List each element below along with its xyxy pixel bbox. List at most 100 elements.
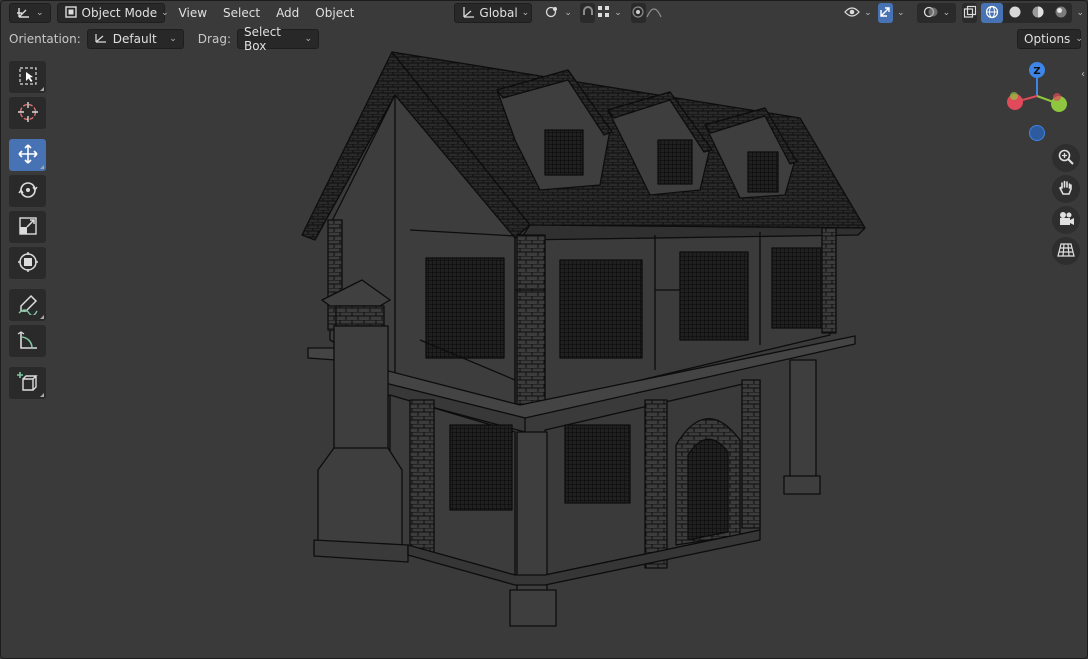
falloff-curve-icon [646,5,662,22]
orientation-default-icon [94,32,108,47]
select-box-icon [18,66,38,89]
mode-label: Object Mode [81,6,158,20]
orientation-axes-icon [461,5,475,22]
shading-rendered-button[interactable] [1050,3,1072,23]
proportional-falloff-selector[interactable] [646,3,662,23]
add-cube-icon [16,370,40,397]
options-label: Options [1024,32,1071,46]
house-wireframe-model [301,51,866,627]
tool-corner-indicator [40,393,44,397]
move-tool[interactable] [9,139,46,171]
visibility-selector[interactable]: ⌄ [838,3,878,23]
chevron-down-icon: ⌄ [169,34,177,44]
gizmo-toggle[interactable] [877,3,894,23]
sidebar-toggle[interactable]: ‹ [1078,66,1088,82]
annotate-tool[interactable] [9,289,46,321]
chevron-down-icon: ⌄ [614,8,622,18]
snap-target-selector[interactable]: ⌄ [595,3,625,23]
wireframe-sphere-icon [985,5,999,22]
orientation-label: Orientation: [9,32,81,46]
scale-icon [17,215,39,240]
tool-shelf [9,61,47,403]
pan-button[interactable] [1052,175,1080,203]
transform-tool[interactable] [9,247,46,279]
proportional-edit-icon [631,5,645,22]
tool-corner-indicator [40,87,44,91]
menu-view[interactable]: View [171,3,215,23]
annotate-icon [17,293,39,318]
rotate-icon [17,179,39,204]
mode-selector[interactable]: Object Mode ⌄ [56,3,169,23]
chevron-down-icon: ⌄ [564,8,572,18]
scale-tool[interactable] [9,211,46,243]
editor-type-button[interactable]: ⌄ [9,3,51,23]
measure-tool[interactable] [9,325,46,357]
3d-viewport[interactable]: ⌄ Object Mode ⌄ View Select Add Object G… [0,0,1088,659]
measure-icon [17,329,39,354]
tool-corner-indicator [40,315,44,319]
menu-object[interactable]: Object [307,3,362,23]
orientation-value: Default [112,32,157,46]
object-mode-icon [64,5,78,22]
chevron-down-icon: ⌄ [304,34,312,44]
add-cube-tool[interactable] [9,367,46,399]
chevron-down-icon: ⌄ [1075,34,1083,44]
drag-dropdown[interactable]: Select Box ⌄ [236,25,319,53]
tool-settings-bar: Orientation: Default ⌄ Drag: Select Box … [0,25,1088,53]
transform-orientation-selector[interactable]: Global ⌄ [454,3,533,23]
rendered-sphere-icon [1054,5,1068,22]
navigation-controls [1052,144,1080,268]
magnet-icon [581,5,595,22]
navigation-gizmo[interactable]: Z [998,58,1078,144]
shading-mode-group [981,3,1073,23]
orientation-label: Global [479,6,518,20]
select-box-tool[interactable] [9,61,46,93]
menu-add[interactable]: Add [268,3,307,23]
eye-icon [844,6,861,21]
overlay-circles-icon [923,5,939,22]
gizmo-z-label: Z [1033,66,1040,77]
camera-view-button[interactable] [1052,206,1080,234]
zoom-button[interactable] [1052,144,1080,172]
orientation-dropdown[interactable]: Default ⌄ [86,29,184,49]
transform-icon [17,251,39,276]
tool-corner-indicator [40,165,44,169]
zoom-icon [1057,148,1075,169]
move-icon [17,143,39,168]
chevron-left-icon: ‹ [1081,68,1085,80]
chevron-down-icon: ⌄ [521,8,530,18]
drag-label: Drag: [197,32,231,46]
proportional-edit-toggle[interactable] [630,3,647,23]
chevron-down-icon: ⌄ [864,8,872,18]
material-sphere-icon [1031,5,1045,22]
cursor-icon [17,101,39,126]
chevron-down-icon: ⌄ [1076,8,1084,18]
chevron-down-icon: ⌄ [36,8,44,18]
drag-value: Select Box [243,25,282,53]
xray-icon [963,5,977,22]
shading-wireframe-button[interactable] [981,3,1004,23]
menu-select[interactable]: Select [215,3,268,23]
shading-material-button[interactable] [1027,3,1049,23]
overlay-selector[interactable]: ⌄ [916,3,957,23]
viewport-header: ⌄ Object Mode ⌄ View Select Add Object G… [0,0,1088,26]
solid-sphere-icon [1008,5,1022,22]
camera-icon [1057,210,1075,231]
shading-options[interactable]: ⌄ [1072,3,1088,23]
options-dropdown[interactable]: Options ⌄ [1017,29,1083,49]
hand-pan-icon [1057,179,1075,200]
cursor-tool[interactable] [9,97,46,129]
chevron-down-icon: ⌄ [897,8,905,18]
gizmo-options[interactable]: ⌄ [893,3,909,23]
pivot-point-selector[interactable]: ⌄ [538,3,578,23]
axes-editor-icon [16,5,32,22]
shading-solid-button[interactable] [1004,3,1026,23]
snap-toggle[interactable] [579,3,596,23]
grid-ortho-icon [1057,241,1075,262]
chevron-down-icon: ⌄ [161,8,169,18]
chevron-down-icon: ⌄ [942,8,951,18]
gizmo-arrows-icon [878,5,892,22]
xray-toggle[interactable] [962,3,978,23]
ortho-toggle-button[interactable] [1052,237,1080,265]
rotate-tool[interactable] [9,175,46,207]
